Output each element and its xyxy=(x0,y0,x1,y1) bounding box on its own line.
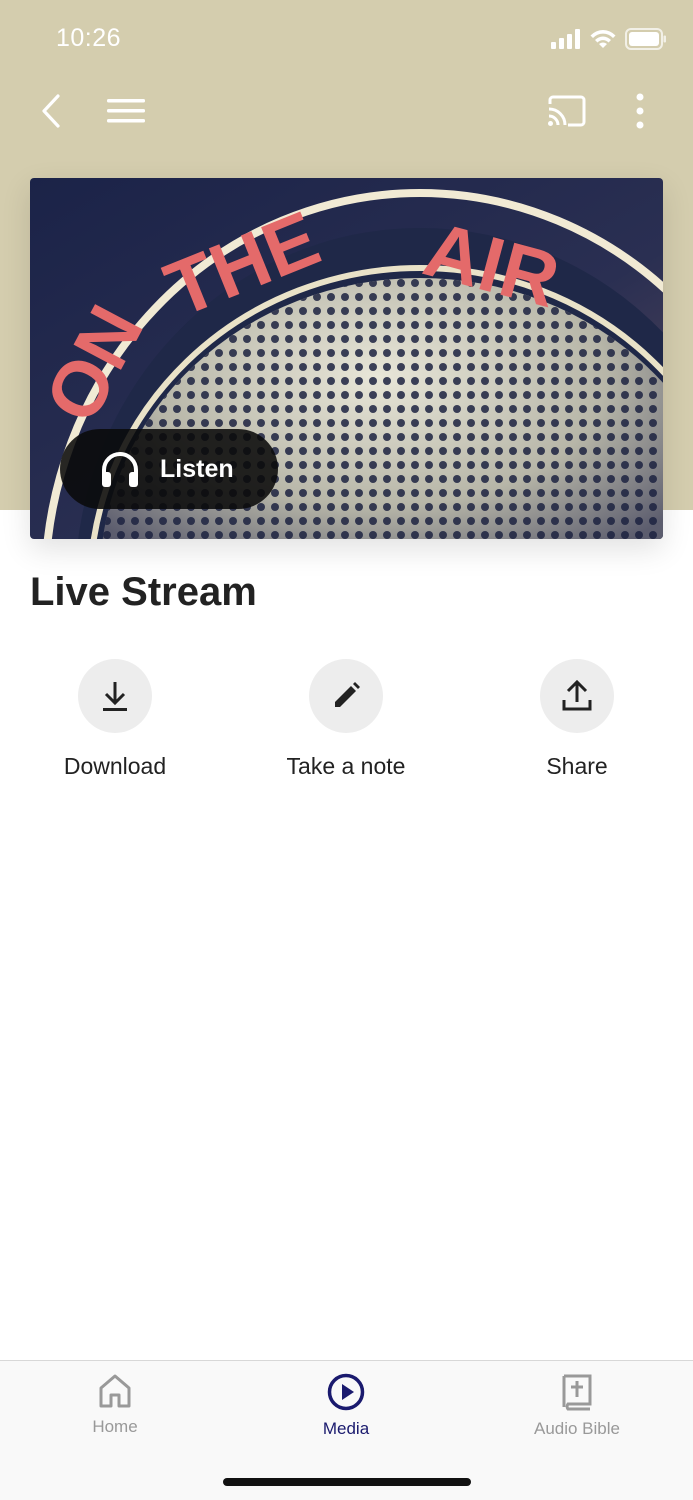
cast-button[interactable] xyxy=(543,88,589,134)
share-button[interactable]: Share xyxy=(477,659,677,780)
share-icon xyxy=(562,680,592,711)
action-row: Download Take a note Share xyxy=(0,659,693,789)
tab-media-label: Media xyxy=(322,1419,370,1438)
take-note-label: Take a note xyxy=(286,753,406,779)
wifi-icon xyxy=(590,30,616,48)
battery-icon xyxy=(625,28,666,50)
play-circle-icon xyxy=(327,1373,365,1411)
tab-audio-bible[interactable]: Audio Bible xyxy=(477,1373,677,1439)
headphones-icon xyxy=(102,452,138,487)
back-button[interactable] xyxy=(28,88,74,134)
tab-media[interactable]: Media xyxy=(246,1373,446,1439)
bible-icon xyxy=(562,1374,592,1411)
share-label: Share xyxy=(546,753,608,779)
status-time: 10:26 xyxy=(56,24,122,52)
nav-bar xyxy=(0,80,693,142)
listen-label: Listen xyxy=(160,454,234,483)
listen-button[interactable]: Listen xyxy=(60,429,278,509)
tab-audio-bible-label: Audio Bible xyxy=(533,1419,620,1438)
more-vertical-icon xyxy=(636,93,644,129)
take-note-button[interactable]: Take a note xyxy=(246,659,446,780)
home-icon xyxy=(99,1374,131,1408)
pencil-icon xyxy=(335,682,360,707)
chevron-left-icon xyxy=(42,94,60,128)
download-icon xyxy=(103,682,127,711)
download-button-circle[interactable] xyxy=(78,659,152,733)
signal-icon xyxy=(551,29,580,49)
hamburger-icon xyxy=(107,99,145,123)
cast-icon xyxy=(548,95,586,127)
download-label: Download xyxy=(63,753,167,779)
home-indicator xyxy=(223,1478,471,1486)
status-bar: 10:26 xyxy=(0,0,693,80)
take-note-button-circle[interactable] xyxy=(309,659,383,733)
page-title: Live Stream xyxy=(30,570,257,614)
tab-home-label: Home xyxy=(92,1417,138,1436)
share-button-circle[interactable] xyxy=(540,659,614,733)
more-button[interactable] xyxy=(617,88,663,134)
status-icons xyxy=(551,28,667,50)
menu-button[interactable] xyxy=(103,88,149,134)
tab-home[interactable]: Home xyxy=(15,1373,215,1437)
hero-artwork: ON THE AIR Listen xyxy=(30,178,663,539)
download-button[interactable]: Download xyxy=(15,659,215,780)
